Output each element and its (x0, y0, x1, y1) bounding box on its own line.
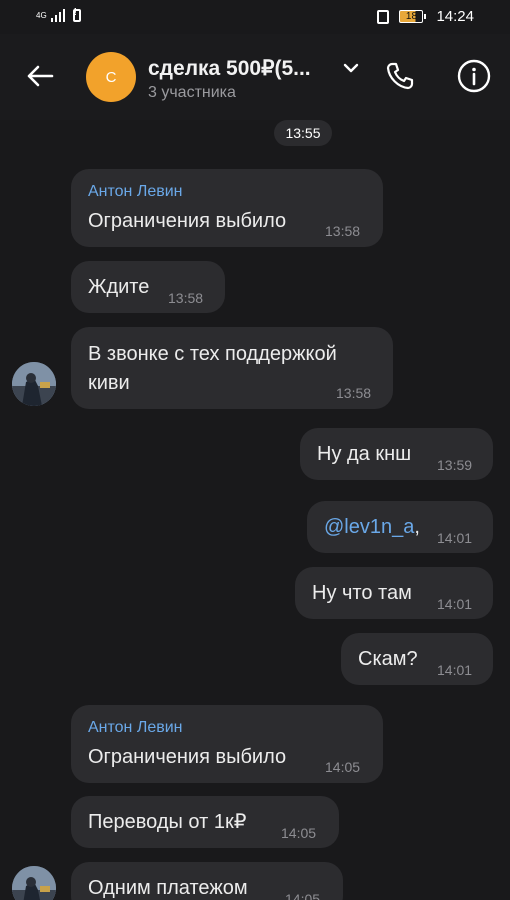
participants-count: 3 участника (148, 84, 236, 101)
message-time: 13:58 (168, 290, 204, 306)
message-text: Ждите (88, 276, 150, 298)
message-bubble-incoming[interactable]: Антон Левин Ограничения выбило 14:05 (71, 705, 383, 783)
message-time: 14:05 (285, 891, 321, 900)
message-text: Ну да кнш (317, 443, 412, 465)
message-text: Скам? (358, 648, 418, 670)
message-author[interactable]: Антон Левин (88, 719, 183, 737)
message-text: Одним платежом (88, 877, 248, 899)
message-bubble-outgoing[interactable]: Скам? 14:01 (341, 633, 493, 685)
vibrate-icon (377, 9, 390, 24)
message-text-line-1: В звонке с тех поддержкой (88, 343, 337, 365)
chevron-down-icon[interactable] (341, 60, 361, 76)
message-bubble-incoming[interactable]: В звонке с тех поддержкой киви 13:58 (71, 327, 393, 409)
message-text: Ограничения выбило (88, 210, 287, 232)
back-arrow-icon (27, 65, 54, 87)
info-button[interactable] (452, 54, 496, 98)
status-left: 4G (36, 7, 81, 22)
message-text-line-2: киви (88, 372, 130, 394)
message-list[interactable]: 13:55 Антон Левин Ограничения выбило 13:… (0, 120, 510, 900)
message-time: 14:01 (437, 596, 473, 612)
message-text-suffix: , (414, 516, 420, 538)
message-bubble-incoming[interactable]: Переводы от 1к₽ 14:05 (71, 796, 339, 848)
back-button[interactable] (20, 56, 60, 96)
battery-level: 18 (399, 10, 424, 23)
avatar[interactable] (12, 866, 56, 900)
message-time: 14:01 (437, 662, 473, 678)
message-text: Ну что там (312, 582, 412, 604)
message-text: @lev1n_a, (324, 513, 420, 541)
message-time: 13:58 (336, 385, 372, 401)
chat-avatar[interactable]: С (86, 52, 136, 102)
chat-title[interactable]: сделка 500₽(5... (148, 56, 326, 81)
message-bubble-incoming[interactable]: Ждите 13:58 (71, 261, 225, 313)
status-bar: 4G 18 14:24 (0, 0, 510, 34)
message-bubble-outgoing[interactable]: Ну да кнш 13:59 (300, 428, 493, 480)
message-bubble-outgoing[interactable]: Ну что там 14:01 (295, 567, 493, 619)
user-mention-link[interactable]: @lev1n_a (324, 516, 414, 538)
call-button[interactable] (378, 54, 422, 98)
battery-icon: 18 (399, 10, 427, 23)
chat-header: С сделка 500₽(5... 3 участника (0, 34, 510, 120)
message-time: 13:59 (437, 457, 473, 473)
message-bubble-outgoing[interactable]: @lev1n_a, 14:01 (307, 501, 493, 553)
sticker-image[interactable] (88, 120, 278, 144)
message-time: 13:55 (274, 120, 332, 146)
network-type: 4G (36, 10, 47, 20)
notification-icon (72, 7, 81, 22)
status-right: 18 14:24 (377, 8, 474, 25)
info-icon (457, 59, 491, 93)
message-author[interactable]: Антон Левин (88, 183, 183, 201)
avatar[interactable] (12, 362, 56, 406)
message-text: Ограничения выбило (88, 746, 287, 768)
message-time: 13:58 (325, 223, 361, 239)
message-time: 14:01 (437, 530, 473, 546)
message-time: 14:05 (281, 825, 317, 841)
message-time: 14:05 (325, 759, 361, 775)
signal-icon (50, 9, 65, 22)
message-text: Переводы от 1к₽ (88, 811, 247, 833)
message-bubble-incoming[interactable]: Антон Левин Ограничения выбило 13:58 (71, 169, 383, 247)
message-bubble-incoming[interactable]: Одним платежом 14:05 (71, 862, 343, 900)
phone-icon (386, 62, 414, 90)
clock: 14:24 (436, 8, 474, 25)
